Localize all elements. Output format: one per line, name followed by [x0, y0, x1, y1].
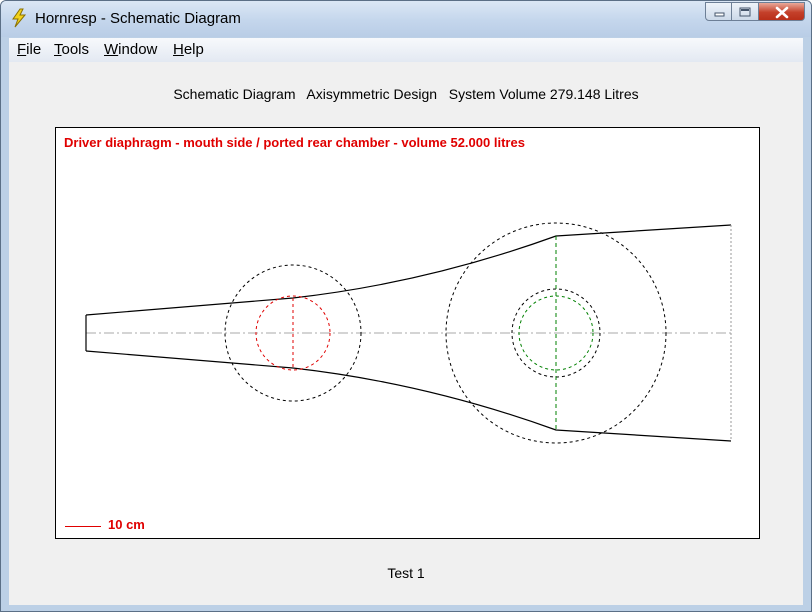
menu-file[interactable]: File	[17, 41, 41, 58]
menu-window[interactable]: Window	[104, 41, 157, 58]
schematic-drawing	[85, 222, 732, 444]
minimize-icon	[714, 12, 725, 17]
scale-label: 10 cm	[108, 517, 145, 532]
client-area: Schematic Diagram Axisymmetric Design Sy…	[9, 62, 803, 605]
horn-profile-bottom	[85, 350, 732, 442]
maximize-button[interactable]	[732, 2, 759, 21]
maximize-icon	[739, 7, 751, 17]
diagram-header: Schematic Diagram Axisymmetric Design Sy…	[173, 86, 639, 102]
window-title: Hornresp - Schematic Diagram	[35, 10, 241, 27]
close-icon	[775, 6, 789, 19]
lightning-bolt-icon	[12, 8, 27, 28]
minimize-button[interactable]	[705, 2, 732, 21]
menu-tools[interactable]: Tools	[54, 41, 89, 58]
scale-bar	[65, 526, 101, 527]
menu-bar: File Tools Window Help	[9, 38, 803, 62]
horn-profile-top	[85, 224, 732, 316]
menu-help[interactable]: Help	[173, 41, 204, 58]
application-window: Hornresp - Schematic Diagram File Tools …	[0, 0, 812, 612]
window-controls	[705, 2, 805, 23]
schematic-canvas: Driver diaphragm - mouth side / ported r…	[55, 127, 760, 539]
title-bar[interactable]: Hornresp - Schematic Diagram	[1, 1, 811, 37]
close-button[interactable]	[759, 2, 805, 21]
record-title: Test 1	[387, 565, 425, 581]
